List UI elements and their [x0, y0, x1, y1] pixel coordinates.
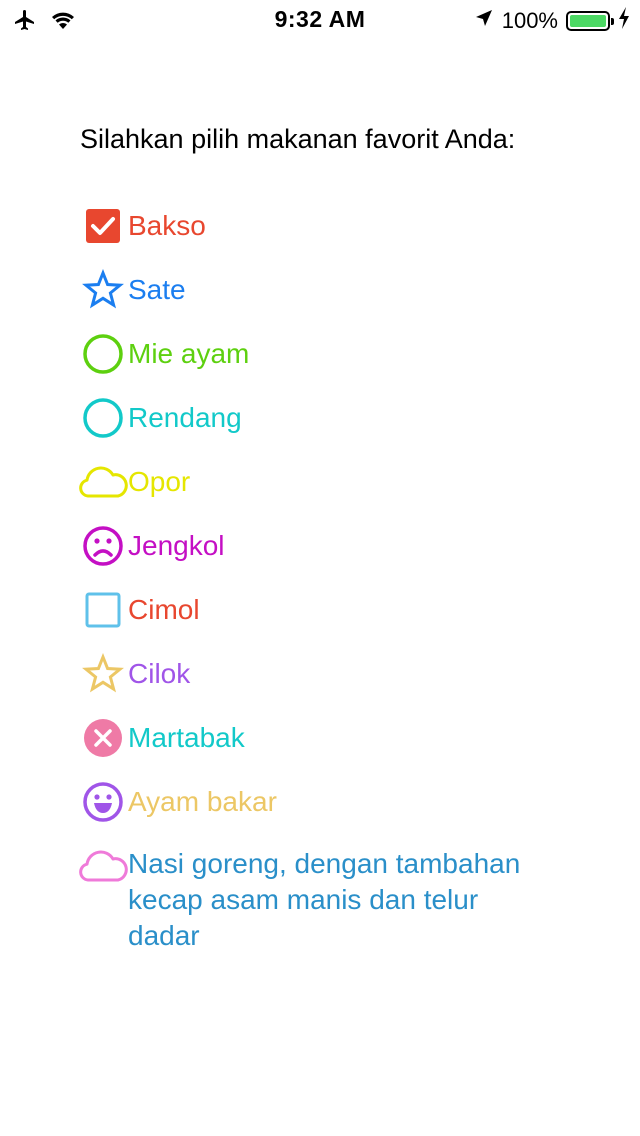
food-option[interactable]: Cilok — [78, 648, 578, 712]
food-option-label: Bakso — [128, 210, 206, 241]
food-option[interactable]: Ayam bakar — [78, 776, 578, 840]
circle-icon — [78, 392, 128, 444]
food-options-list: Bakso Sate Mie ayam Rendang Opor Jengkol Cimol… — [78, 200, 578, 954]
square-icon — [78, 584, 128, 636]
circle-icon — [78, 328, 128, 380]
location-arrow-icon — [474, 8, 494, 34]
food-option-label: Nasi goreng, dengan tambahan kecap asam … — [128, 848, 521, 951]
status-right: 100% — [474, 7, 630, 35]
food-option[interactable]: Nasi goreng, dengan tambahan kecap asam … — [78, 840, 578, 954]
star-icon — [78, 264, 128, 316]
cloud-icon — [78, 456, 128, 508]
food-option[interactable]: Sate — [78, 264, 578, 328]
charging-bolt-icon — [618, 7, 630, 35]
battery-fill — [570, 15, 606, 27]
food-option-label: Jengkol — [128, 530, 225, 561]
food-option-label: Cilok — [128, 658, 191, 689]
food-option-label: Rendang — [128, 402, 242, 433]
food-option-label: Ayam bakar — [128, 786, 277, 817]
checkbox-checked-icon — [78, 200, 128, 252]
food-option[interactable]: Martabak — [78, 712, 578, 776]
battery-icon — [566, 11, 614, 31]
question-prompt: Silahkan pilih makanan favorit Anda: — [80, 124, 516, 154]
cross-circle-icon — [78, 712, 128, 764]
food-option[interactable]: Opor — [78, 456, 578, 520]
star-icon — [78, 648, 128, 700]
food-option[interactable]: Bakso — [78, 200, 578, 264]
food-option-label: Martabak — [128, 722, 245, 753]
food-option[interactable]: Rendang — [78, 392, 578, 456]
smile-face-icon — [78, 776, 128, 828]
food-option-label: Sate — [128, 274, 186, 305]
food-option[interactable]: Mie ayam — [78, 328, 578, 392]
food-option-label: Opor — [128, 466, 191, 497]
status-bar: 9:32 AM 100% — [0, 0, 640, 40]
food-option[interactable]: Jengkol — [78, 520, 578, 584]
food-option-label: Mie ayam — [128, 338, 250, 369]
battery-percent: 100% — [501, 8, 558, 33]
sad-face-icon — [78, 520, 128, 572]
cloud-icon — [78, 840, 128, 892]
food-option[interactable]: Cimol — [78, 584, 578, 648]
food-option-label: Cimol — [128, 594, 200, 625]
